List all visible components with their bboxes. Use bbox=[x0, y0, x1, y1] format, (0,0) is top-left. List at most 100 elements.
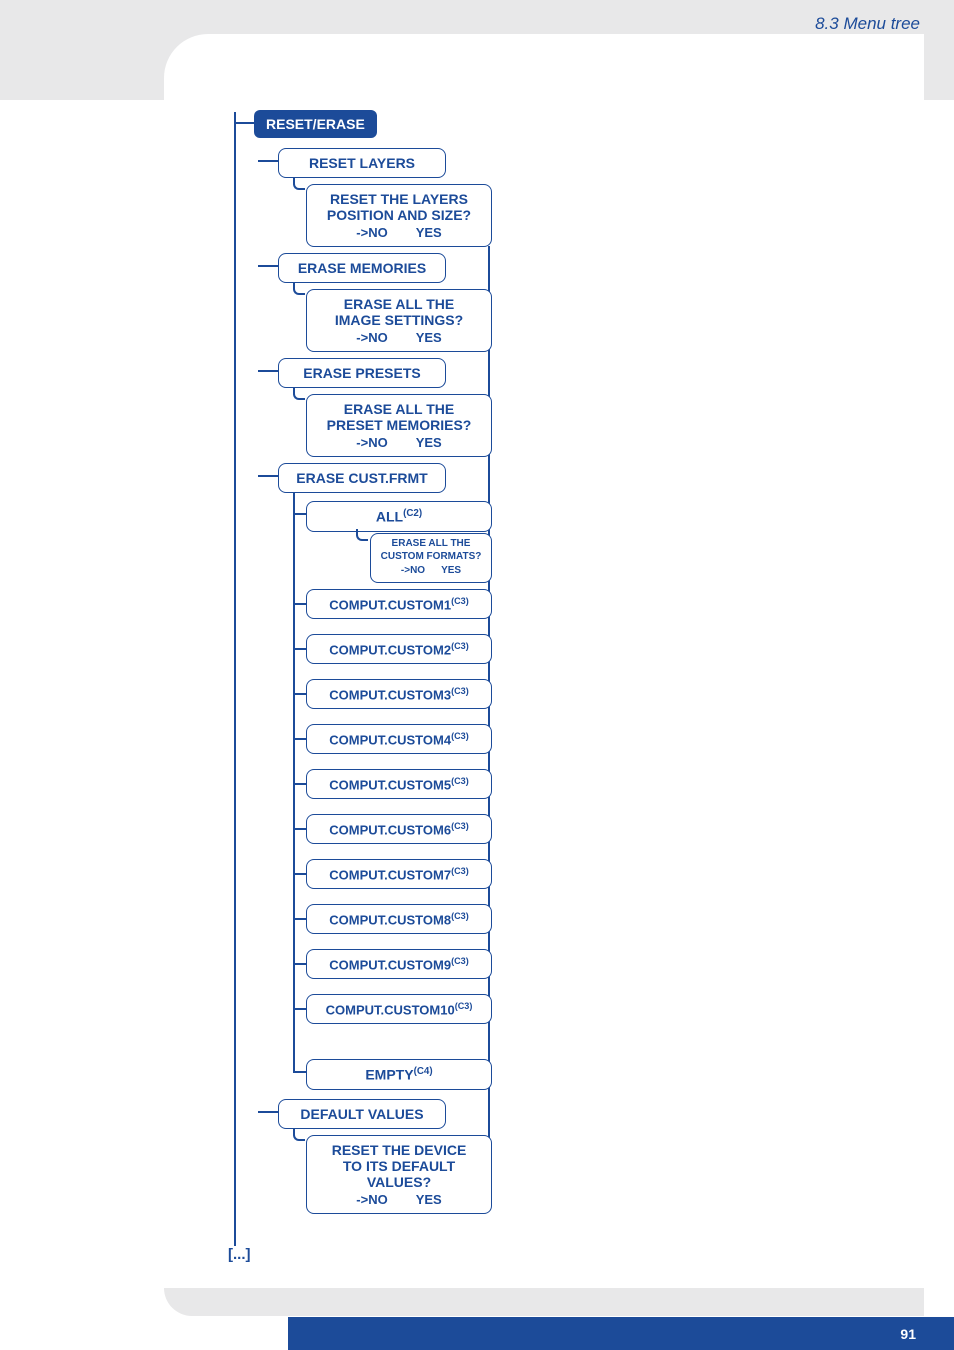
custfrmt-custom-node: COMPUT.CUSTOM1(C3) bbox=[306, 589, 492, 619]
default-values-prompt: RESET THE DEVICE TO ITS DEFAULT VALUES? … bbox=[306, 1135, 492, 1214]
prompt-line: CUSTOM FORMATS? bbox=[377, 551, 485, 564]
no-option: NO bbox=[356, 330, 387, 345]
label: COMPUT.CUSTOM2 bbox=[329, 642, 451, 657]
yes-option: YES bbox=[416, 225, 442, 240]
erase-presets-prompt: ERASE ALL THE PRESET MEMORIES? NO YES bbox=[306, 394, 492, 457]
tree-trunk bbox=[234, 112, 236, 1246]
connector bbox=[293, 873, 307, 875]
root-node: RESET/ERASE bbox=[254, 110, 377, 138]
note: (C3) bbox=[451, 866, 469, 876]
connector bbox=[293, 1008, 307, 1010]
note: (C3) bbox=[451, 776, 469, 786]
reset-layers-node: RESET LAYERS bbox=[278, 148, 446, 178]
connector bbox=[293, 283, 305, 295]
prompt-line: IMAGE SETTINGS? bbox=[317, 312, 481, 328]
connector bbox=[258, 160, 278, 162]
yes-option: YES bbox=[416, 1192, 442, 1207]
connector bbox=[293, 603, 307, 605]
custfrmt-custom-node: COMPUT.CUSTOM8(C3) bbox=[306, 904, 492, 934]
no-option: NO bbox=[356, 435, 387, 450]
custfrmt-custom-node: COMPUT.CUSTOM10(C3) bbox=[306, 994, 492, 1024]
connector bbox=[293, 693, 307, 695]
connector bbox=[293, 513, 307, 515]
connector bbox=[293, 918, 307, 920]
yes-option: YES bbox=[416, 330, 442, 345]
connector bbox=[356, 529, 368, 541]
note: (C3) bbox=[451, 596, 469, 606]
yes-no-row: NO YES bbox=[317, 330, 481, 345]
custfrmt-all-prompt: ERASE ALL THE CUSTOM FORMATS? NO YES bbox=[370, 533, 492, 583]
yes-no-row: NO YES bbox=[317, 435, 481, 450]
prompt-line: RESET THE LAYERS bbox=[317, 191, 481, 207]
custfrmt-custom-node: COMPUT.CUSTOM5(C3) bbox=[306, 769, 492, 799]
connector bbox=[293, 783, 307, 785]
custfrmt-custom-node: COMPUT.CUSTOM4(C3) bbox=[306, 724, 492, 754]
yes-no-row: NO YES bbox=[377, 565, 485, 578]
connector bbox=[293, 178, 305, 190]
note: (C3) bbox=[451, 731, 469, 741]
continuation-marker: [...] bbox=[228, 1246, 251, 1263]
page-number: 91 bbox=[896, 1326, 920, 1342]
connector bbox=[234, 122, 254, 124]
connector bbox=[258, 370, 278, 372]
tab-curve bbox=[164, 34, 924, 100]
reset-layers-prompt: RESET THE LAYERS POSITION AND SIZE? NO Y… bbox=[306, 184, 492, 247]
note: (C4) bbox=[414, 1066, 433, 1077]
prompt-line: PRESET MEMORIES? bbox=[317, 417, 481, 433]
label: COMPUT.CUSTOM1 bbox=[329, 597, 451, 612]
note: (C3) bbox=[451, 686, 469, 696]
yes-option: YES bbox=[441, 565, 461, 578]
footer-rule bbox=[288, 1317, 954, 1320]
prompt-line: TO ITS DEFAULT VALUES? bbox=[317, 1158, 481, 1190]
connector bbox=[293, 1129, 305, 1141]
connector bbox=[293, 1071, 307, 1073]
connector bbox=[293, 388, 305, 400]
yes-no-row: NO YES bbox=[317, 1192, 481, 1207]
no-option: NO bbox=[356, 225, 387, 240]
connector bbox=[293, 648, 307, 650]
custfrmt-empty-node: EMPTY(C4) bbox=[306, 1059, 492, 1090]
label: COMPUT.CUSTOM4 bbox=[329, 732, 451, 747]
footer-strip bbox=[288, 1320, 954, 1350]
label: EMPTY bbox=[365, 1067, 413, 1083]
connector bbox=[293, 963, 307, 965]
prompt-line: POSITION AND SIZE? bbox=[317, 207, 481, 223]
no-option: NO bbox=[356, 1192, 387, 1207]
erase-presets-node: ERASE PRESETS bbox=[278, 358, 446, 388]
label: COMPUT.CUSTOM9 bbox=[329, 957, 451, 972]
note: (C3) bbox=[451, 911, 469, 921]
connector bbox=[258, 475, 278, 477]
prompt-line: ERASE ALL THE bbox=[317, 296, 481, 312]
erase-custfrmt-node: ERASE CUST.FRMT bbox=[278, 463, 446, 493]
prompt-line: ERASE ALL THE bbox=[317, 401, 481, 417]
label: COMPUT.CUSTOM5 bbox=[329, 777, 451, 792]
footer-curve bbox=[164, 1288, 924, 1316]
connector bbox=[293, 738, 307, 740]
sub-trunk bbox=[488, 246, 490, 1202]
header-section: 8.3 Menu tree bbox=[815, 14, 920, 34]
custfrmt-custom-node: COMPUT.CUSTOM2(C3) bbox=[306, 634, 492, 664]
label: COMPUT.CUSTOM3 bbox=[329, 687, 451, 702]
note: (C3) bbox=[451, 821, 469, 831]
connector bbox=[258, 265, 278, 267]
connector bbox=[293, 828, 307, 830]
note: (C2) bbox=[403, 508, 422, 519]
yes-option: YES bbox=[416, 435, 442, 450]
custfrmt-custom-node: COMPUT.CUSTOM3(C3) bbox=[306, 679, 492, 709]
label: ALL bbox=[376, 509, 403, 525]
default-values-node: DEFAULT VALUES bbox=[278, 1099, 446, 1129]
custfrmt-custom-node: COMPUT.CUSTOM9(C3) bbox=[306, 949, 492, 979]
label: COMPUT.CUSTOM7 bbox=[329, 867, 451, 882]
label: COMPUT.CUSTOM8 bbox=[329, 912, 451, 927]
note: (C3) bbox=[451, 641, 469, 651]
custfrmt-custom-node: COMPUT.CUSTOM6(C3) bbox=[306, 814, 492, 844]
custfrmt-all-node: ALL(C2) bbox=[306, 501, 492, 532]
erase-memories-node: ERASE MEMORIES bbox=[278, 253, 446, 283]
connector bbox=[258, 1111, 278, 1113]
custfrmt-custom-node: COMPUT.CUSTOM7(C3) bbox=[306, 859, 492, 889]
note: (C3) bbox=[455, 1001, 473, 1011]
label: COMPUT.CUSTOM10 bbox=[326, 1002, 455, 1017]
no-option: NO bbox=[401, 565, 425, 578]
erase-memories-prompt: ERASE ALL THE IMAGE SETTINGS? NO YES bbox=[306, 289, 492, 352]
prompt-line: ERASE ALL THE bbox=[377, 538, 485, 551]
